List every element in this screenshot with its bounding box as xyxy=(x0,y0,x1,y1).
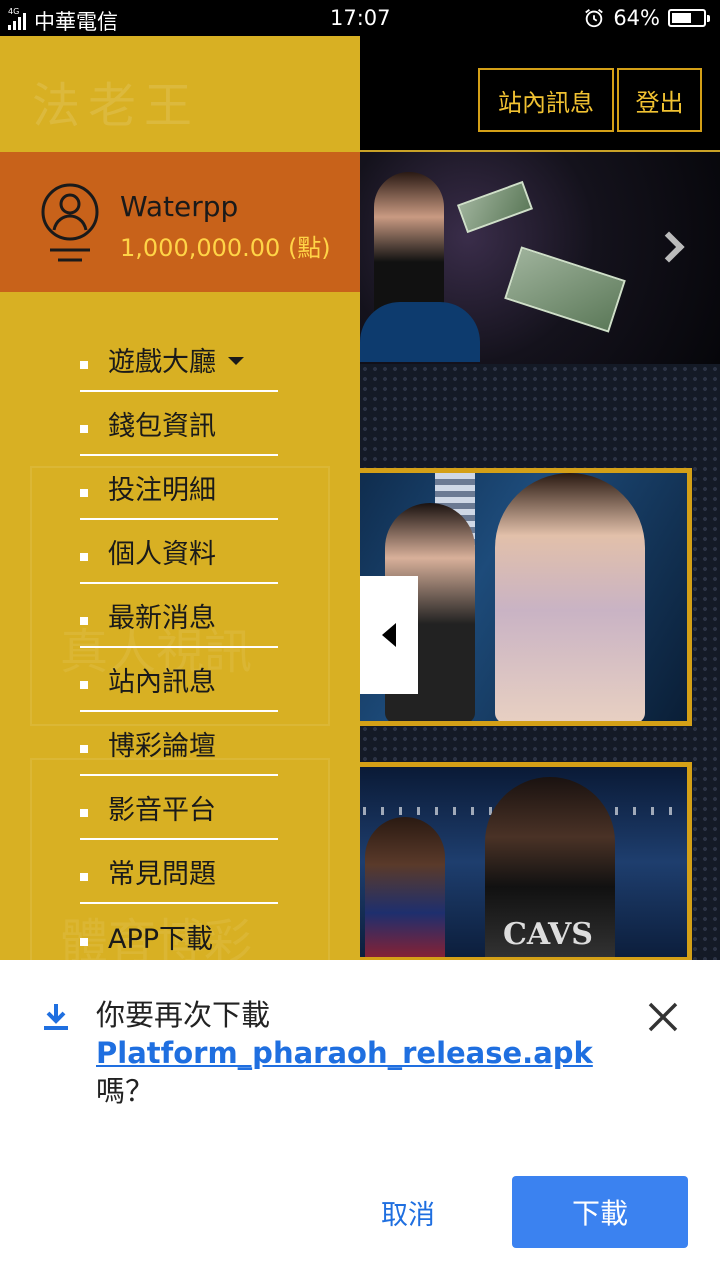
menu-label: 站內訊息 xyxy=(108,666,216,698)
menu-item-app-download[interactable]: APP下載 xyxy=(80,904,278,960)
download-message: 你要再次下載 Platform_pharaoh_release.apk 嗎？ xyxy=(96,996,616,1110)
menu-item-profile[interactable]: 個人資料 xyxy=(80,520,278,584)
menu-item-wallet[interactable]: 錢包資訊 xyxy=(80,392,278,456)
banknote-image xyxy=(504,246,626,333)
status-bar: 4G 中華電信 17:07 64% xyxy=(0,0,720,36)
banner-model-image xyxy=(374,172,444,322)
jersey-text: CAVS xyxy=(503,917,593,952)
menu-item-bet-details[interactable]: 投注明細 xyxy=(80,456,278,520)
athlete-image xyxy=(365,817,445,957)
signal-icon: 4G xyxy=(8,7,26,30)
message-suffix: 嗎？ xyxy=(96,1074,155,1108)
menu-label: 常見問題 xyxy=(108,858,216,890)
menu-label: 投注明細 xyxy=(108,474,216,506)
battery-fill xyxy=(672,13,691,23)
bullet xyxy=(80,745,88,753)
dealer-image xyxy=(495,473,645,721)
carrier-group: 4G 中華電信 xyxy=(8,6,118,36)
alarm-clock-icon xyxy=(585,9,604,28)
bullet xyxy=(80,361,88,369)
menu-label: 博彩論壇 xyxy=(108,730,216,762)
status-right: 64% xyxy=(583,6,710,30)
bullet xyxy=(80,873,88,881)
message-prefix: 你要再次下載 xyxy=(96,998,271,1032)
battery-icon xyxy=(668,9,710,27)
main-page: 站內訊息 登出 CAVS xyxy=(360,36,720,960)
network-type: 4G xyxy=(8,7,20,16)
status-time: 17:07 xyxy=(330,6,391,30)
bullet xyxy=(80,938,88,946)
menu-label: 影音平台 xyxy=(108,794,216,826)
menu-label: 遊戲大廳 xyxy=(108,346,216,378)
carrier-name: 中華電信 xyxy=(34,10,118,34)
menu-item-media[interactable]: 影音平台 xyxy=(80,776,278,840)
top-bar: 站內訊息 登出 xyxy=(360,36,720,150)
menu-item-messages[interactable]: 站內訊息 xyxy=(80,648,278,712)
triangle-left-icon xyxy=(382,623,396,647)
menu-label: APP下載 xyxy=(108,923,214,955)
cancel-button[interactable]: 取消 xyxy=(340,1176,476,1248)
close-icon[interactable] xyxy=(646,1000,680,1034)
drawer-toggle-button[interactable] xyxy=(360,576,418,694)
caret-down-icon xyxy=(228,357,244,365)
download-filename-link[interactable]: Platform_pharaoh_release.apk xyxy=(96,1034,616,1072)
bullet xyxy=(80,489,88,497)
menu-item-faq[interactable]: 常見問題 xyxy=(80,840,278,904)
logo: 法老王 xyxy=(32,78,201,134)
bullet xyxy=(80,553,88,561)
logout-button[interactable]: 登出 xyxy=(617,68,702,132)
menu-label: 最新消息 xyxy=(108,602,216,634)
user-panel: Waterpp 1,000,000.00 (點) xyxy=(0,152,360,292)
balance: 1,000,000.00 (點) xyxy=(120,234,331,262)
banknote-image xyxy=(456,180,534,234)
download-dialog: 你要再次下載 Platform_pharaoh_release.apk 嗎？ 取… xyxy=(0,960,720,1280)
menu-item-news[interactable]: 最新消息 xyxy=(80,584,278,648)
menu-item-forum[interactable]: 博彩論壇 xyxy=(80,712,278,776)
download-button[interactable]: 下載 xyxy=(512,1176,688,1248)
drawer-menu: 遊戲大廳 錢包資訊 投注明細 個人資料 最新消息 站內訊息 博彩論壇 影音平台 … xyxy=(80,328,278,960)
user-circle-icon xyxy=(41,183,99,262)
bullet xyxy=(80,809,88,817)
bullet xyxy=(80,617,88,625)
side-drawer: 法老王 真人視訊 體育博彩 Waterpp 1,000,000.00 (點) 遊… xyxy=(0,36,360,960)
download-icon xyxy=(44,1004,68,1030)
username: Waterpp xyxy=(120,190,239,223)
promo-banner[interactable] xyxy=(360,152,720,364)
bullet xyxy=(80,425,88,433)
menu-label: 錢包資訊 xyxy=(108,410,216,442)
sports-card[interactable]: CAVS xyxy=(360,762,692,960)
menu-label: 個人資料 xyxy=(108,538,216,570)
chevron-right-icon[interactable] xyxy=(653,231,685,263)
menu-item-game-lobby[interactable]: 遊戲大廳 xyxy=(80,328,278,392)
battery-percent: 64% xyxy=(613,6,660,30)
messages-button[interactable]: 站內訊息 xyxy=(478,68,614,132)
bullet xyxy=(80,681,88,689)
casino-table-image xyxy=(360,302,480,362)
